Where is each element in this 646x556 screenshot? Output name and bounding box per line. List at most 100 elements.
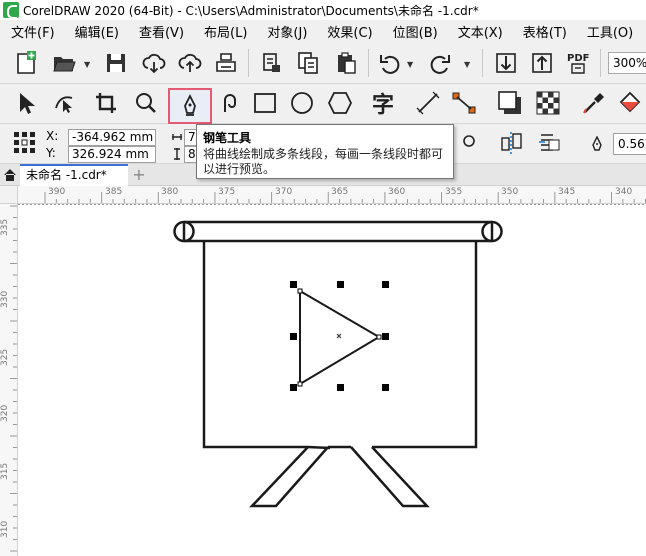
tooltip-title: 钢笔工具: [203, 131, 252, 145]
standard-toolbar: ▼ ▼ ▼ PDF 300%: [0, 42, 646, 84]
open-dropdown-icon[interactable]: ▼: [84, 60, 90, 69]
ruler-corner[interactable]: [0, 186, 18, 204]
selection-handle[interactable]: [382, 281, 389, 288]
snap-nodes-icon: [501, 132, 522, 154]
publish-pdf-button[interactable]: PDF: [563, 48, 595, 78]
zoom-level-field[interactable]: 300%: [608, 52, 646, 74]
toolbar-separator: [600, 49, 601, 77]
menu-effects[interactable]: 效果(C): [316, 22, 381, 41]
selection-handle[interactable]: [290, 384, 297, 391]
path-node[interactable]: [297, 381, 303, 387]
pen-tool-tooltip: 钢笔工具 将曲线绘制成多条线段，每画一条线段时都可以进行预览。: [196, 124, 454, 179]
rectangle-icon: [254, 93, 276, 113]
open-folder-icon: [53, 57, 76, 72]
crop-icon: [96, 93, 116, 113]
y-position-input[interactable]: 326.924 mm: [68, 146, 156, 163]
print-button[interactable]: [210, 48, 242, 78]
vertical-ruler-ticks: [10, 205, 17, 552]
pdf-icon: PDF: [567, 53, 589, 74]
document-tab[interactable]: 未命名 -1.cdr*: [20, 164, 128, 186]
horizontal-ruler[interactable]: 390 385 380 375 370 365 360 355 350 345 …: [18, 186, 646, 204]
selection-handle[interactable]: [382, 333, 389, 340]
menu-text[interactable]: 文本(X): [447, 22, 512, 41]
document-list-icon: [263, 53, 280, 72]
menu-table[interactable]: 表格(T): [512, 22, 576, 41]
cloud-upload-button[interactable]: [174, 48, 206, 78]
new-document-button[interactable]: [10, 48, 42, 78]
x-position-input[interactable]: -364.962 mm: [68, 129, 156, 146]
import-settings-button[interactable]: [256, 48, 288, 78]
drop-shadow-icon: [498, 91, 521, 114]
paste-icon: [338, 52, 356, 74]
wrap-text-icon: [539, 134, 560, 151]
title-bar: CorelDRAW 2020 (64-Bit) - C:\Users\Admin…: [0, 0, 646, 20]
closed-curve-icon[interactable]: [462, 134, 476, 148]
selection-handle[interactable]: [337, 281, 344, 288]
selection-handle[interactable]: [337, 384, 344, 391]
object-origin-icon[interactable]: [12, 130, 38, 156]
menu-bitmaps[interactable]: 位图(B): [382, 22, 447, 41]
polygon-tool-button[interactable]: [324, 88, 356, 118]
drawing-canvas[interactable]: [18, 204, 646, 556]
transparency-tool-button[interactable]: [532, 88, 564, 118]
new-document-icon: [17, 51, 36, 74]
save-button[interactable]: [100, 48, 132, 78]
export-button[interactable]: [526, 48, 558, 78]
path-nodes[interactable]: [297, 288, 382, 387]
color-eyedropper-tool-button[interactable]: [578, 88, 610, 118]
outline-width-input[interactable]: 0.567: [613, 133, 646, 155]
wrap-text-button[interactable]: [534, 128, 566, 158]
paste-button[interactable]: [330, 48, 362, 78]
rectangle-tool-button[interactable]: [249, 88, 281, 118]
board-left-edge: [202, 241, 331, 450]
menu-file[interactable]: 文件(F): [0, 22, 64, 41]
selection-handle[interactable]: [290, 281, 297, 288]
redo-button[interactable]: [424, 48, 456, 78]
selection-center-marker[interactable]: [336, 333, 342, 339]
play-triangle: [299, 289, 381, 386]
tools-toolbar: 字: [0, 84, 646, 124]
crop-tool-button[interactable]: [90, 88, 122, 118]
pen-tool-button[interactable]: [168, 88, 212, 124]
cloud-download-icon: [142, 53, 166, 74]
selection-handle[interactable]: [290, 333, 297, 340]
cloud-download-button[interactable]: [138, 48, 170, 78]
pick-tool-button[interactable]: [10, 88, 42, 118]
menu-object[interactable]: 对象(J): [256, 22, 316, 41]
undo-button[interactable]: [374, 48, 406, 78]
copy-button[interactable]: [292, 48, 324, 78]
magnifier-icon: [136, 93, 156, 113]
menu-layout[interactable]: 布局(L): [193, 22, 256, 41]
menu-edit[interactable]: 编辑(E): [64, 22, 128, 41]
toolbar-separator: [482, 49, 483, 77]
pointer-arrow-icon: [20, 93, 35, 114]
ruler-top-label: 365: [331, 187, 349, 197]
open-button[interactable]: [48, 48, 80, 78]
ruler-top-label: 345: [558, 187, 576, 197]
menu-tools[interactable]: 工具(O): [576, 22, 642, 41]
parallel-dimension-tool-button[interactable]: [412, 88, 444, 118]
connector-tool-button[interactable]: [448, 88, 480, 118]
vertical-ruler[interactable]: 335 330 325 320 315 310: [0, 204, 18, 556]
toolbar-separator: [248, 49, 249, 77]
ruler-left-label: 325: [0, 348, 10, 366]
undo-dropdown-icon[interactable]: ▼: [407, 60, 413, 69]
selection-handle[interactable]: [382, 384, 389, 391]
ellipse-tool-button[interactable]: [286, 88, 318, 118]
path-node[interactable]: [376, 334, 382, 340]
import-button[interactable]: [490, 48, 522, 78]
drop-shadow-tool-button[interactable]: [494, 88, 526, 118]
welcome-tab[interactable]: [0, 164, 20, 186]
shape-tool-button[interactable]: [48, 88, 80, 118]
whiteboard-drawing[interactable]: [173, 220, 503, 508]
zoom-tool-button[interactable]: [130, 88, 162, 118]
svg-text:PDF: PDF: [567, 53, 589, 64]
path-node[interactable]: [297, 288, 303, 294]
new-tab-button[interactable]: +: [130, 165, 148, 185]
snap-to-nodes-button[interactable]: [496, 128, 528, 158]
menu-view[interactable]: 查看(V): [128, 22, 193, 41]
interactive-fill-tool-button[interactable]: [614, 88, 646, 118]
artistic-media-tool-button[interactable]: [214, 88, 246, 118]
text-tool-button[interactable]: 字: [368, 88, 400, 118]
redo-dropdown-icon[interactable]: ▼: [464, 60, 470, 69]
